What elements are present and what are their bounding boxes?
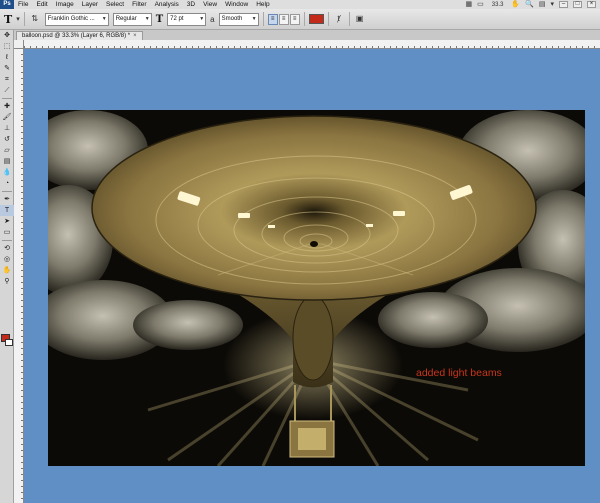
ruler-origin[interactable] <box>14 40 24 49</box>
vertical-ruler[interactable] <box>14 49 24 503</box>
bridge-icon[interactable]: ▦ <box>465 0 472 9</box>
divider <box>303 12 305 26</box>
minimize-button[interactable]: – <box>559 1 568 8</box>
font-size-value: 72 pt <box>170 15 184 22</box>
chevron-down-icon: ▼ <box>199 15 205 22</box>
tool-preset-chevron-icon[interactable]: ▾ <box>16 15 20 24</box>
divider <box>23 12 25 26</box>
divider <box>2 240 12 241</box>
application-bar: ▦ ▭ 33.3 ✋ 🔍 ▤ ▾ – □ × <box>465 0 600 9</box>
antialias-value: Smooth <box>221 15 243 22</box>
clone-stamp-tool-icon[interactable]: ⊥ <box>0 123 14 134</box>
text-color-swatch[interactable] <box>308 14 324 24</box>
screen-mode-icon[interactable]: ▭ <box>477 0 484 9</box>
pen-tool-icon[interactable]: ✒ <box>0 194 14 205</box>
menu-file[interactable]: File <box>14 0 32 9</box>
divider <box>262 12 264 26</box>
3d-orbit-tool-icon[interactable]: ◎ <box>0 254 14 265</box>
3d-rotate-tool-icon[interactable]: ⟲ <box>0 243 14 254</box>
balloon-artwork <box>48 110 585 466</box>
character-panel-icon[interactable]: ▣ <box>354 13 366 25</box>
font-size-icon: T <box>155 13 164 25</box>
font-style-value: Regular <box>115 15 137 22</box>
menu-edit[interactable]: Edit <box>32 0 51 9</box>
menu-image[interactable]: Image <box>52 0 78 9</box>
close-tab-icon[interactable]: × <box>133 33 137 39</box>
document-tab[interactable]: balloon.psd @ 33.3% (Layer 6, RGB/8) * × <box>16 31 143 40</box>
zoom-level[interactable]: 33.3 <box>489 2 507 8</box>
crop-tool-icon[interactable]: ⌗ <box>0 74 14 85</box>
path-select-tool-icon[interactable]: ➤ <box>0 216 14 227</box>
menu-select[interactable]: Select <box>102 0 128 9</box>
move-tool-icon[interactable]: ✥ <box>0 30 14 41</box>
horizontal-ruler[interactable] <box>24 40 600 49</box>
font-family-select[interactable]: Franklin Gothic ... ▼ <box>44 12 109 26</box>
chevron-down-icon: ▼ <box>101 15 107 22</box>
zoom-tool-icon[interactable]: 🔍 <box>525 0 534 9</box>
maximize-button[interactable]: □ <box>573 1 582 8</box>
menu-help[interactable]: Help <box>252 0 273 9</box>
options-bar: T ▾ ⇅ Franklin Gothic ... ▼ Regular ▼ T 72… <box>0 9 600 30</box>
tunnel-vanishing-point <box>310 241 318 247</box>
font-style-select[interactable]: Regular ▼ <box>112 12 152 26</box>
antialias-icon: a <box>210 14 215 24</box>
eraser-tool-icon[interactable]: ▱ <box>0 145 14 156</box>
chevron-down-icon: ▼ <box>251 15 257 22</box>
document-tab-bar: balloon.psd @ 33.3% (Layer 6, RGB/8) * × <box>14 30 600 40</box>
pasteboard[interactable]: added light beams <box>24 49 600 503</box>
dodge-tool-icon[interactable]: ◔ <box>0 178 14 189</box>
photoshop-logo[interactable]: Ps <box>0 0 14 9</box>
text-orientation-icon[interactable]: ⇅ <box>29 13 41 25</box>
arrange-docs-icon[interactable]: ▤ <box>539 0 546 9</box>
document-canvas[interactable]: added light beams <box>48 110 585 466</box>
align-right-icon[interactable]: ≡ <box>289 13 300 25</box>
antialias-select[interactable]: Smooth ▼ <box>218 12 259 26</box>
marquee-tool-icon[interactable]: ⬚ <box>0 41 14 52</box>
gradient-tool-icon[interactable]: ▤ <box>0 156 14 167</box>
align-center-icon[interactable]: ≡ <box>278 13 289 25</box>
menu-view[interactable]: View <box>199 0 221 9</box>
menu-window[interactable]: Window <box>221 0 252 9</box>
hand-tool-icon[interactable]: ✋ <box>511 0 520 9</box>
menu-bar: File Edit Image Layer Select Filter Anal… <box>14 0 600 9</box>
font-family-value: Franklin Gothic ... <box>47 15 95 22</box>
healing-brush-tool-icon[interactable]: ✚ <box>0 101 14 112</box>
type-tool-preset-icon[interactable]: T <box>4 13 12 26</box>
zoom-tool-icon[interactable]: ⚲ <box>0 276 14 287</box>
type-tool-icon[interactable]: T <box>0 205 14 216</box>
canvas-annotation-text[interactable]: added light beams <box>416 367 502 379</box>
eyedropper-tool-icon[interactable]: ⟋ <box>0 85 14 96</box>
hand-tool-icon[interactable]: ✋ <box>0 265 14 276</box>
align-left-icon[interactable]: ≡ <box>267 13 278 25</box>
history-brush-tool-icon[interactable]: ↺ <box>0 134 14 145</box>
close-button[interactable]: × <box>587 1 596 8</box>
brush-tool-icon[interactable]: 🖌 <box>0 112 14 123</box>
warp-text-icon[interactable]: ⱦ <box>333 13 345 25</box>
divider <box>327 12 329 26</box>
menu-analysis[interactable]: Analysis <box>151 0 183 9</box>
workspace-menu-icon[interactable]: ▾ <box>550 0 554 9</box>
font-size-select[interactable]: 72 pt ▼ <box>167 12 207 26</box>
menu-3d[interactable]: 3D <box>183 0 199 9</box>
tools-panel: ✥ ⬚ ℓ ✎ ⌗ ⟋ ✚ 🖌 ⊥ ↺ ▱ ▤ 💧 ◔ ✒ T ➤ ▭ ⟲ ◎ … <box>0 30 14 503</box>
divider <box>2 98 12 99</box>
text-align-group: ≡ ≡ ≡ <box>267 13 300 25</box>
document-tab-title: balloon.psd @ 33.3% (Layer 6, RGB/8) * <box>22 33 131 39</box>
quick-select-tool-icon[interactable]: ✎ <box>0 63 14 74</box>
blur-tool-icon[interactable]: 💧 <box>0 167 14 178</box>
lasso-tool-icon[interactable]: ℓ <box>0 52 14 63</box>
background-color-swatch[interactable] <box>5 339 13 346</box>
balloon-neck <box>292 295 334 381</box>
menu-filter[interactable]: Filter <box>128 0 150 9</box>
shape-tool-icon[interactable]: ▭ <box>0 227 14 238</box>
chevron-down-icon: ▼ <box>144 15 150 22</box>
menu-layer[interactable]: Layer <box>78 0 102 9</box>
basket-window <box>298 428 326 450</box>
divider <box>348 12 350 26</box>
divider <box>2 191 12 192</box>
